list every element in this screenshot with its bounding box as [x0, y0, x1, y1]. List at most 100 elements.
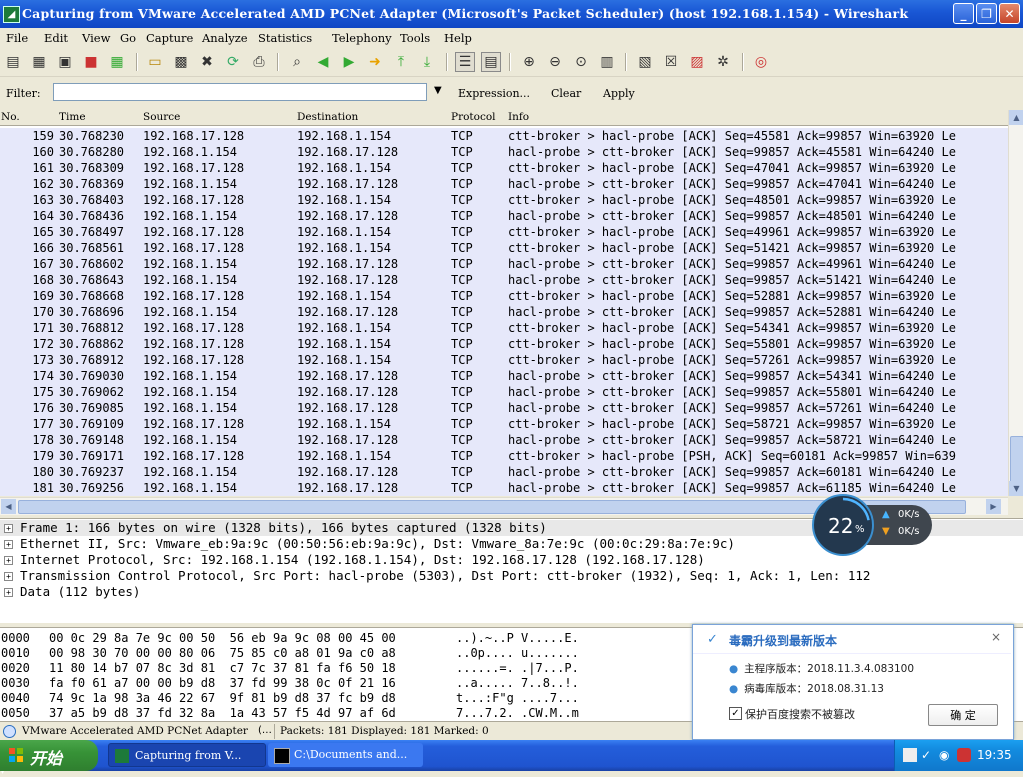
packet-row[interactable]: 169 30.768668 192.168.17.128 192.168.1.154 T…	[0, 288, 1008, 304]
reload-icon[interactable]: ⟳	[223, 52, 243, 72]
col-protocol[interactable]: Protocol	[451, 111, 496, 123]
packet-row[interactable]: 178 30.769148 192.168.1.154 192.168.17.128 T…	[0, 432, 1008, 448]
scroll-thumb[interactable]	[1010, 436, 1023, 483]
clear-button[interactable]: Clear	[551, 87, 581, 100]
resize-columns-icon[interactable]: ▥	[597, 52, 617, 72]
popup-ok-button[interactable]: 确 定	[928, 704, 998, 726]
packet-row[interactable]: 175 30.769062 192.168.1.154 192.168.17.128 T…	[0, 384, 1008, 400]
menu-telephony[interactable]: Telephony	[332, 31, 392, 45]
filter-dropdown-icon[interactable]: ▼	[434, 85, 442, 96]
scroll-right-icon[interactable]: ▶	[986, 499, 1001, 514]
start-button[interactable]: 开始	[0, 740, 98, 771]
packet-row[interactable]: 172 30.768862 192.168.17.128 192.168.1.154 T…	[0, 336, 1008, 352]
expand-icon[interactable]: +	[4, 572, 13, 581]
expression-button[interactable]: Expression...	[458, 87, 530, 100]
minimize-button[interactable]: _	[953, 3, 974, 24]
packet-row[interactable]: 177 30.769109 192.168.17.128 192.168.1.154 T…	[0, 416, 1008, 432]
coloring-rules-icon[interactable]: ▨	[687, 52, 707, 72]
preferences-icon[interactable]: ✲	[713, 52, 733, 72]
menu-edit[interactable]: Edit	[44, 31, 68, 45]
packet-row[interactable]: 173 30.768912 192.168.17.128 192.168.1.154 T…	[0, 352, 1008, 368]
interface-list-icon[interactable]: ▤	[3, 52, 23, 72]
menu-file[interactable]: File	[6, 31, 28, 45]
packet-row[interactable]: 165 30.768497 192.168.17.128 192.168.1.154 T…	[0, 224, 1008, 240]
expert-info-icon[interactable]	[3, 725, 16, 738]
go-forward-icon[interactable]: ▶	[339, 52, 359, 72]
expand-icon[interactable]: +	[4, 588, 13, 597]
baidu-protect-checkbox[interactable]: ✓	[729, 707, 742, 720]
colorize-icon[interactable]: ☰	[455, 52, 475, 72]
network-speed-widget[interactable]: ▲ 0K/s ▼ 0K/s 22 %	[812, 494, 933, 558]
col-source[interactable]: Source	[143, 111, 180, 123]
filter-input[interactable]	[53, 83, 427, 101]
packet-row[interactable]: 171 30.768812 192.168.17.128 192.168.1.154 T…	[0, 320, 1008, 336]
col-time[interactable]: Time	[59, 111, 86, 123]
packet-row[interactable]: 176 30.769085 192.168.1.154 192.168.17.128 T…	[0, 400, 1008, 416]
maximize-button[interactable]: ❐	[976, 3, 997, 24]
capture-options-icon[interactable]: ▦	[29, 52, 49, 72]
packet-row[interactable]: 166 30.768561 192.168.17.128 192.168.1.154 T…	[0, 240, 1008, 256]
last-packet-icon[interactable]: ⤓	[417, 52, 437, 72]
go-to-packet-icon[interactable]: ➜	[365, 52, 385, 72]
menu-help[interactable]: Help	[444, 31, 472, 45]
scroll-left-icon[interactable]: ◀	[1, 499, 16, 514]
zoom-in-icon[interactable]: ⊕	[519, 52, 539, 72]
normal-size-icon[interactable]: ⊙	[571, 52, 591, 72]
apply-button[interactable]: Apply	[603, 87, 635, 100]
col-destination[interactable]: Destination	[297, 111, 358, 123]
duba-tray-icon[interactable]: ✓	[921, 748, 935, 762]
stop-capture-icon[interactable]: ■	[81, 52, 101, 72]
packet-list-vscroll[interactable]: ▲ ▼	[1008, 110, 1023, 496]
packet-row[interactable]: 163 30.768403 192.168.17.128 192.168.1.154 T…	[0, 192, 1008, 208]
menu-tools[interactable]: Tools	[400, 31, 430, 45]
volume-icon[interactable]: ◉	[939, 748, 953, 762]
auto-scroll-icon[interactable]: ▤	[481, 52, 501, 72]
open-file-icon[interactable]: ▭	[145, 52, 165, 72]
detail-tcp[interactable]: + Transmission Control Protocol, Src Port…	[0, 568, 1023, 584]
menu-go[interactable]: Go	[120, 31, 136, 45]
popup-close-button[interactable]: ×	[991, 630, 1001, 644]
display-filters-icon[interactable]: ☒	[661, 52, 681, 72]
menu-analyze[interactable]: Analyze	[202, 31, 248, 45]
packet-row[interactable]: 164 30.768436 192.168.1.154 192.168.17.128 T…	[0, 208, 1008, 224]
packet-row[interactable]: 168 30.768643 192.168.1.154 192.168.17.128 T…	[0, 272, 1008, 288]
taskbar-item-wireshark[interactable]: Capturing from V...	[108, 743, 266, 767]
taskbar-item-cmd[interactable]: C:\Documents and...	[268, 743, 423, 767]
expand-icon[interactable]: +	[4, 556, 13, 565]
first-packet-icon[interactable]: ⤒	[391, 52, 411, 72]
restart-capture-icon[interactable]: ▦	[107, 52, 127, 72]
print-icon[interactable]: ⎙	[249, 52, 269, 72]
packet-row[interactable]: 160 30.768280 192.168.1.154 192.168.17.128 T…	[0, 144, 1008, 160]
scroll-up-icon[interactable]: ▲	[1009, 110, 1023, 125]
packet-row[interactable]: 170 30.768696 192.168.1.154 192.168.17.128 T…	[0, 304, 1008, 320]
expand-icon[interactable]: +	[4, 524, 13, 533]
packet-row[interactable]: 179 30.769171 192.168.17.128 192.168.1.154 T…	[0, 448, 1008, 464]
network-tray-icon[interactable]	[903, 748, 917, 762]
capture-filters-icon[interactable]: ▧	[635, 52, 655, 72]
find-packet-icon[interactable]: ⌕	[287, 52, 307, 72]
tray-expand-icon[interactable]: ▾	[0, 766, 1023, 777]
help-icon[interactable]: ◎	[751, 52, 771, 72]
packet-row[interactable]: 167 30.768602 192.168.1.154 192.168.17.128 T…	[0, 256, 1008, 272]
col-no[interactable]: No.	[1, 111, 20, 123]
packet-row[interactable]: 159 30.768230 192.168.17.128 192.168.1.154 T…	[0, 128, 1008, 144]
packet-row[interactable]: 161 30.768309 192.168.17.128 192.168.1.154 T…	[0, 160, 1008, 176]
menu-statistics[interactable]: Statistics	[258, 31, 312, 45]
detail-data[interactable]: + Data (112 bytes)	[0, 584, 1023, 600]
packet-row[interactable]: 174 30.769030 192.168.1.154 192.168.17.128 T…	[0, 368, 1008, 384]
menu-capture[interactable]: Capture	[146, 31, 193, 45]
close-file-icon[interactable]: ✖	[197, 52, 217, 72]
packet-row[interactable]: 180 30.769237 192.168.1.154 192.168.17.128 T…	[0, 464, 1008, 480]
packet-row[interactable]: 162 30.768369 192.168.1.154 192.168.17.128 T…	[0, 176, 1008, 192]
menu-view[interactable]: View	[82, 31, 110, 45]
shield-icon[interactable]	[957, 748, 971, 762]
expand-icon[interactable]: +	[4, 540, 13, 549]
scroll-down-icon[interactable]: ▼	[1009, 481, 1023, 496]
save-file-icon[interactable]: ▩	[171, 52, 191, 72]
close-button[interactable]: ✕	[999, 3, 1020, 24]
start-capture-icon[interactable]: ▣	[55, 52, 75, 72]
baidu-protect-label[interactable]: 保护百度搜索不被篡改	[745, 706, 855, 722]
col-info[interactable]: Info	[508, 111, 529, 123]
go-back-icon[interactable]: ◀	[313, 52, 333, 72]
zoom-out-icon[interactable]: ⊖	[545, 52, 565, 72]
